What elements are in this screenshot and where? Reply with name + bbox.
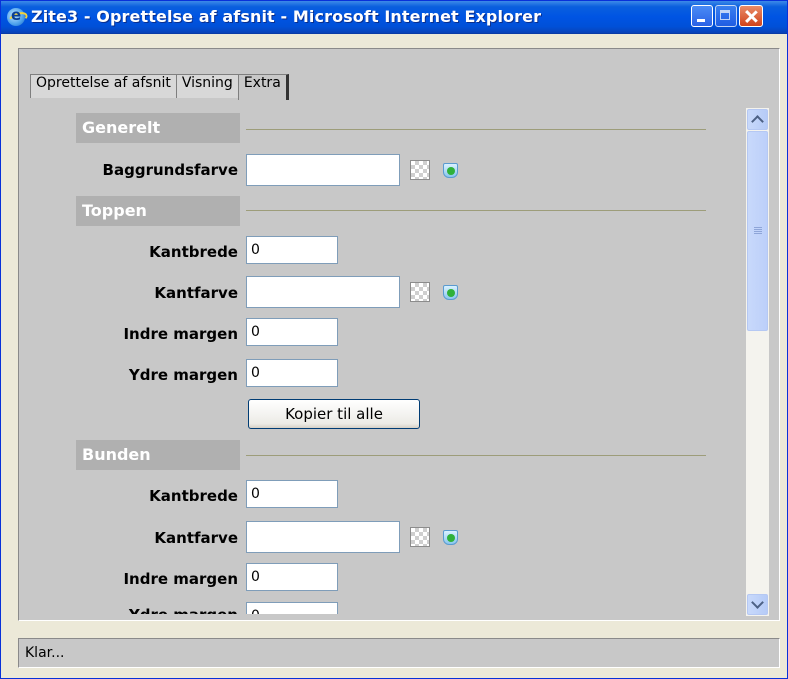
baggrundsfarve-clear-color-icon[interactable] — [442, 160, 459, 179]
scrollbar-thumb[interactable] — [747, 131, 768, 331]
bunden-ydre-margen-input[interactable] — [246, 602, 338, 614]
minimize-button[interactable] — [691, 5, 713, 27]
bunden-kantbrede-input[interactable] — [246, 480, 338, 508]
section-bunden-header: Bunden — [76, 440, 240, 470]
section-toppen-header: Toppen — [76, 196, 240, 226]
bunden-kantfarve-label: Kantfarve — [154, 529, 238, 547]
tab-visning[interactable]: Visning — [175, 74, 239, 98]
settings-content: Generelt Baggrundsfarve Toppen Kantbrede… — [28, 98, 746, 614]
vertical-scrollbar[interactable] — [746, 108, 769, 616]
status-bar: Klar... — [18, 638, 780, 668]
bunden-kantfarve-input[interactable] — [246, 521, 400, 553]
bunden-indre-margen-input[interactable] — [246, 563, 338, 591]
toppen-kantfarve-color-picker-icon[interactable] — [410, 282, 430, 302]
toppen-kantfarve-clear-color-icon[interactable] — [442, 282, 459, 301]
section-divider — [246, 129, 706, 130]
toppen-kantbrede-label: Kantbrede — [149, 243, 238, 261]
section-divider — [246, 455, 706, 456]
toppen-ydre-margen-input[interactable] — [246, 359, 338, 387]
maximize-button[interactable] — [715, 5, 737, 27]
status-text: Klar... — [25, 645, 65, 661]
bunden-indre-margen-label: Indre margen — [123, 570, 238, 588]
bunden-kantbrede-label: Kantbrede — [149, 487, 238, 505]
bunden-ydre-margen-label: Ydre margen — [28, 606, 238, 614]
toppen-ydre-margen-label: Ydre margen — [128, 366, 238, 384]
window-title: Zite3 - Oprettelse af afsnit - Microsoft… — [31, 7, 542, 26]
scroll-up-arrow-icon[interactable] — [747, 109, 768, 130]
toppen-indre-margen-input[interactable] — [246, 318, 338, 346]
tab-bar: Oprettelse af afsnit Visning Extra — [30, 74, 289, 100]
grip-icon — [754, 227, 762, 228]
baggrundsfarve-color-picker-icon[interactable] — [410, 160, 430, 180]
section-divider — [246, 210, 706, 211]
toppen-kantfarve-label: Kantfarve — [154, 284, 238, 302]
toppen-kantfarve-input[interactable] — [246, 276, 400, 308]
toppen-indre-margen-label: Indre margen — [123, 325, 238, 343]
toppen-kantbrede-input[interactable] — [246, 236, 338, 264]
baggrundsfarve-label: Baggrundsfarve — [102, 161, 238, 179]
bunden-kantfarve-clear-color-icon[interactable] — [442, 527, 459, 546]
bunden-kantfarve-color-picker-icon[interactable] — [410, 527, 430, 547]
internet-explorer-icon — [7, 6, 25, 26]
kopier-til-alle-button[interactable]: Kopier til alle — [248, 399, 420, 429]
tab-oprettelse-af-afsnit[interactable]: Oprettelse af afsnit — [30, 74, 177, 98]
title-bar[interactable]: Zite3 - Oprettelse af afsnit - Microsoft… — [1, 1, 787, 34]
scroll-down-arrow-icon[interactable] — [747, 594, 768, 615]
baggrundsfarve-input[interactable] — [246, 154, 400, 186]
close-button[interactable] — [739, 5, 763, 27]
section-generelt-header: Generelt — [76, 113, 240, 143]
tab-extra[interactable]: Extra — [237, 74, 289, 100]
